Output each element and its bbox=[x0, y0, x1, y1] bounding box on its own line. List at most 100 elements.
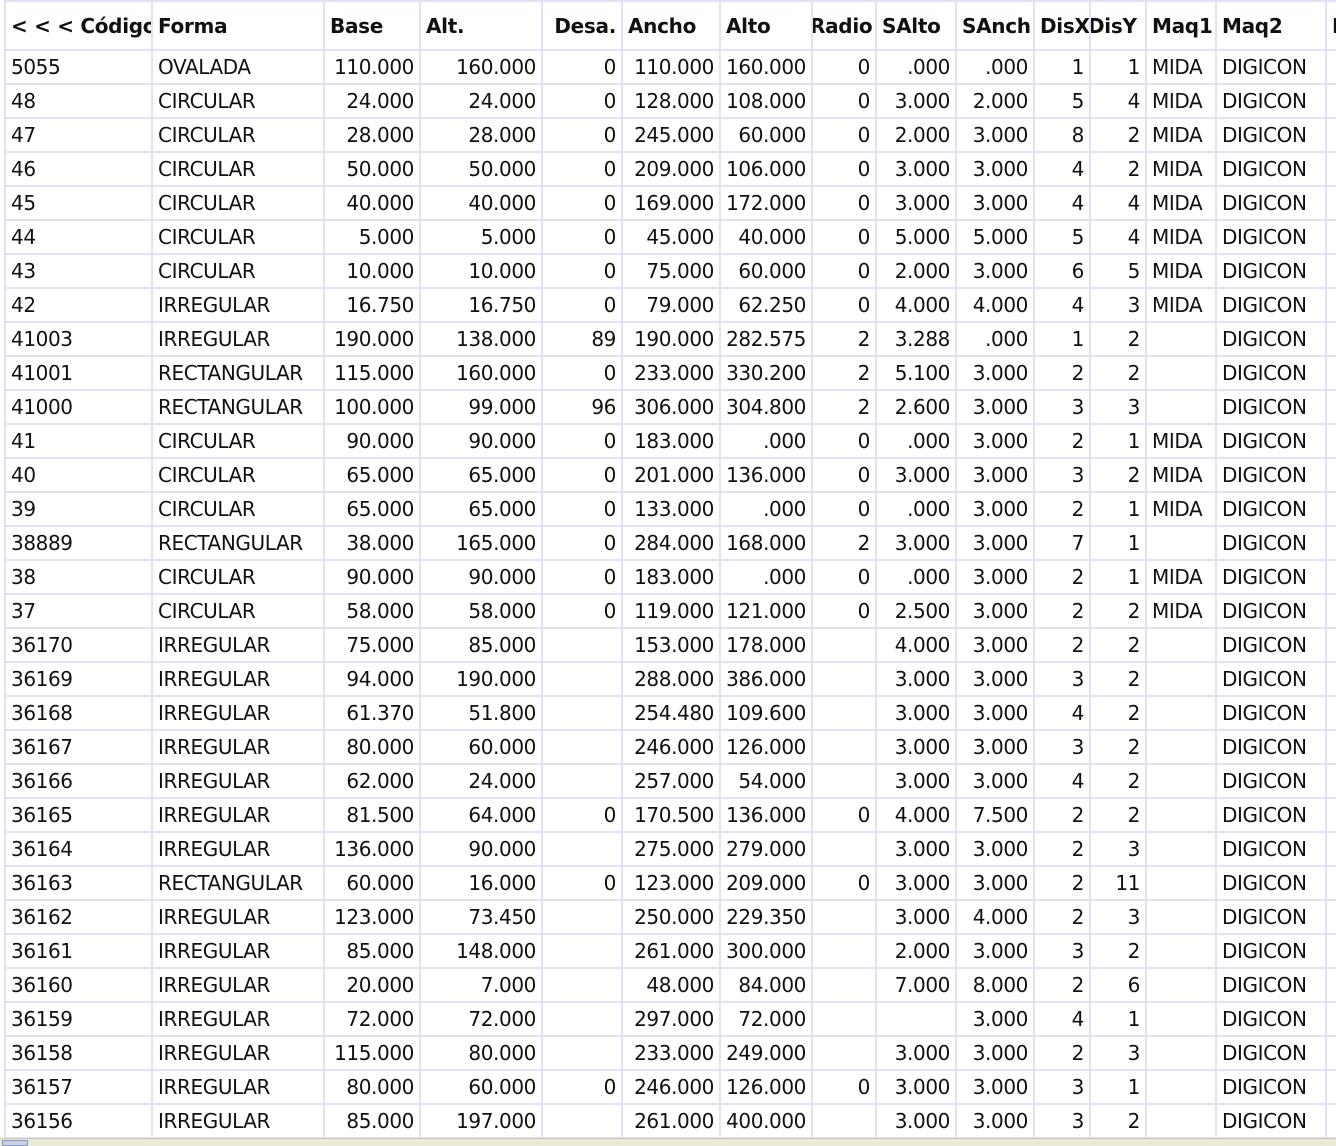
cell-base[interactable]: 100.000 bbox=[323, 389, 421, 425]
cell-alto[interactable]: 160.000 bbox=[719, 49, 813, 85]
cell-ancho[interactable]: 183.000 bbox=[621, 559, 721, 595]
cell-radio[interactable]: 2 bbox=[811, 525, 877, 561]
cell-forma[interactable]: IRREGULAR bbox=[151, 1103, 325, 1138]
cell-ancho[interactable]: 250.000 bbox=[621, 899, 721, 935]
cell-codigo[interactable]: 36170 bbox=[4, 627, 153, 663]
cell-codigo[interactable]: 36163 bbox=[4, 865, 153, 901]
header-disx[interactable]: DisX bbox=[1033, 0, 1091, 51]
cell-disy[interactable]: 2 bbox=[1089, 695, 1147, 731]
cell-alto[interactable]: 304.800 bbox=[719, 389, 813, 425]
cell-m[interactable] bbox=[1325, 729, 1336, 765]
cell-sanch[interactable]: 4.000 bbox=[955, 287, 1035, 323]
table-row[interactable]: 44 CIRCULAR 5.000 5.000 0 45.000 40.000 0 5.000 5… bbox=[4, 219, 1336, 255]
cell-base[interactable]: 72.000 bbox=[323, 1001, 421, 1037]
cell-alt[interactable]: 60.000 bbox=[419, 729, 543, 765]
cell-maq2[interactable]: DIGICON bbox=[1215, 185, 1327, 221]
cell-codigo[interactable]: 48 bbox=[4, 83, 153, 119]
cell-base[interactable]: 75.000 bbox=[323, 627, 421, 663]
cell-salto[interactable]: 3.000 bbox=[875, 661, 957, 697]
cell-base[interactable]: 24.000 bbox=[323, 83, 421, 119]
cell-ancho[interactable]: 45.000 bbox=[621, 219, 721, 255]
cell-disy[interactable]: 11 bbox=[1089, 865, 1147, 901]
horizontal-scrollbar[interactable] bbox=[0, 1138, 1336, 1146]
cell-alt[interactable]: 85.000 bbox=[419, 627, 543, 663]
cell-forma[interactable]: RECTANGULAR bbox=[151, 389, 325, 425]
cell-ancho[interactable]: 275.000 bbox=[621, 831, 721, 867]
cell-maq1[interactable]: MIDA bbox=[1145, 423, 1217, 459]
cell-codigo[interactable]: 38889 bbox=[4, 525, 153, 561]
cell-radio[interactable]: 0 bbox=[811, 117, 877, 153]
cell-sanch[interactable]: 3.000 bbox=[955, 559, 1035, 595]
cell-desa[interactable] bbox=[541, 899, 623, 935]
cell-radio[interactable] bbox=[811, 627, 877, 663]
cell-radio[interactable]: 0 bbox=[811, 797, 877, 833]
cell-desa[interactable] bbox=[541, 661, 623, 697]
cell-disy[interactable]: 2 bbox=[1089, 1103, 1147, 1138]
cell-alto[interactable]: 229.350 bbox=[719, 899, 813, 935]
table-row[interactable]: 41003 IRREGULAR 190.000 138.000 89 190.000 282… bbox=[4, 321, 1336, 357]
cell-alto[interactable]: 60.000 bbox=[719, 253, 813, 289]
cell-m[interactable] bbox=[1325, 559, 1336, 595]
cell-salto[interactable]: 3.000 bbox=[875, 899, 957, 935]
cell-m[interactable] bbox=[1325, 253, 1336, 289]
cell-codigo[interactable]: 40 bbox=[4, 457, 153, 493]
cell-alto[interactable]: 54.000 bbox=[719, 763, 813, 799]
cell-maq1[interactable] bbox=[1145, 1035, 1217, 1071]
header-alt[interactable]: Alt. bbox=[419, 0, 543, 51]
cell-forma[interactable]: CIRCULAR bbox=[151, 219, 325, 255]
cell-salto[interactable]: 3.000 bbox=[875, 185, 957, 221]
cell-alt[interactable]: 16.000 bbox=[419, 865, 543, 901]
cell-maq2[interactable]: DIGICON bbox=[1215, 219, 1327, 255]
cell-alt[interactable]: 24.000 bbox=[419, 763, 543, 799]
cell-salto[interactable]: .000 bbox=[875, 559, 957, 595]
cell-desa[interactable]: 0 bbox=[541, 83, 623, 119]
table-row[interactable]: 41001 RECTANGULAR 115.000 160.000 0 233.000 33… bbox=[4, 355, 1336, 391]
cell-disy[interactable]: 3 bbox=[1089, 389, 1147, 425]
cell-disx[interactable]: 2 bbox=[1033, 899, 1091, 935]
cell-desa[interactable]: 0 bbox=[541, 1069, 623, 1105]
cell-desa[interactable] bbox=[541, 831, 623, 867]
cell-alt[interactable]: 99.000 bbox=[419, 389, 543, 425]
cell-maq2[interactable]: DIGICON bbox=[1215, 1001, 1327, 1037]
cell-desa[interactable]: 0 bbox=[541, 355, 623, 391]
cell-codigo[interactable]: 43 bbox=[4, 253, 153, 289]
cell-disy[interactable]: 2 bbox=[1089, 627, 1147, 663]
cell-m[interactable] bbox=[1325, 1069, 1336, 1105]
cell-disx[interactable]: 2 bbox=[1033, 831, 1091, 867]
header-maq1[interactable]: Maq1 bbox=[1145, 0, 1217, 51]
cell-alto[interactable]: .000 bbox=[719, 559, 813, 595]
cell-base[interactable]: 80.000 bbox=[323, 1069, 421, 1105]
cell-forma[interactable]: RECTANGULAR bbox=[151, 525, 325, 561]
cell-maq1[interactable]: MIDA bbox=[1145, 287, 1217, 323]
cell-m[interactable] bbox=[1325, 185, 1336, 221]
cell-salto[interactable]: 3.000 bbox=[875, 525, 957, 561]
cell-m[interactable] bbox=[1325, 423, 1336, 459]
cell-disx[interactable]: 1 bbox=[1033, 321, 1091, 357]
cell-ancho[interactable]: 246.000 bbox=[621, 1069, 721, 1105]
cell-maq1[interactable]: MIDA bbox=[1145, 185, 1217, 221]
cell-disx[interactable]: 2 bbox=[1033, 1035, 1091, 1071]
cell-forma[interactable]: CIRCULAR bbox=[151, 491, 325, 527]
cell-codigo[interactable]: 41 bbox=[4, 423, 153, 459]
cell-forma[interactable]: CIRCULAR bbox=[151, 457, 325, 493]
cell-disx[interactable]: 4 bbox=[1033, 287, 1091, 323]
cell-alto[interactable]: .000 bbox=[719, 423, 813, 459]
cell-maq1[interactable] bbox=[1145, 1103, 1217, 1138]
cell-alt[interactable]: 72.000 bbox=[419, 1001, 543, 1037]
cell-alt[interactable]: 197.000 bbox=[419, 1103, 543, 1138]
cell-base[interactable]: 38.000 bbox=[323, 525, 421, 561]
cell-desa[interactable]: 96 bbox=[541, 389, 623, 425]
cell-salto[interactable]: 2.600 bbox=[875, 389, 957, 425]
cell-alt[interactable]: 10.000 bbox=[419, 253, 543, 289]
cell-base[interactable]: 90.000 bbox=[323, 423, 421, 459]
cell-alto[interactable]: .000 bbox=[719, 491, 813, 527]
cell-maq2[interactable]: DIGICON bbox=[1215, 695, 1327, 731]
cell-radio[interactable]: 0 bbox=[811, 287, 877, 323]
table-row[interactable]: 37 CIRCULAR 58.000 58.000 0 119.000 121.000 0 2.… bbox=[4, 593, 1336, 629]
cell-desa[interactable] bbox=[541, 1035, 623, 1071]
cell-salto[interactable]: 3.000 bbox=[875, 763, 957, 799]
cell-disx[interactable]: 4 bbox=[1033, 763, 1091, 799]
cell-radio[interactable]: 0 bbox=[811, 185, 877, 221]
cell-disy[interactable]: 3 bbox=[1089, 287, 1147, 323]
cell-salto[interactable]: .000 bbox=[875, 49, 957, 85]
